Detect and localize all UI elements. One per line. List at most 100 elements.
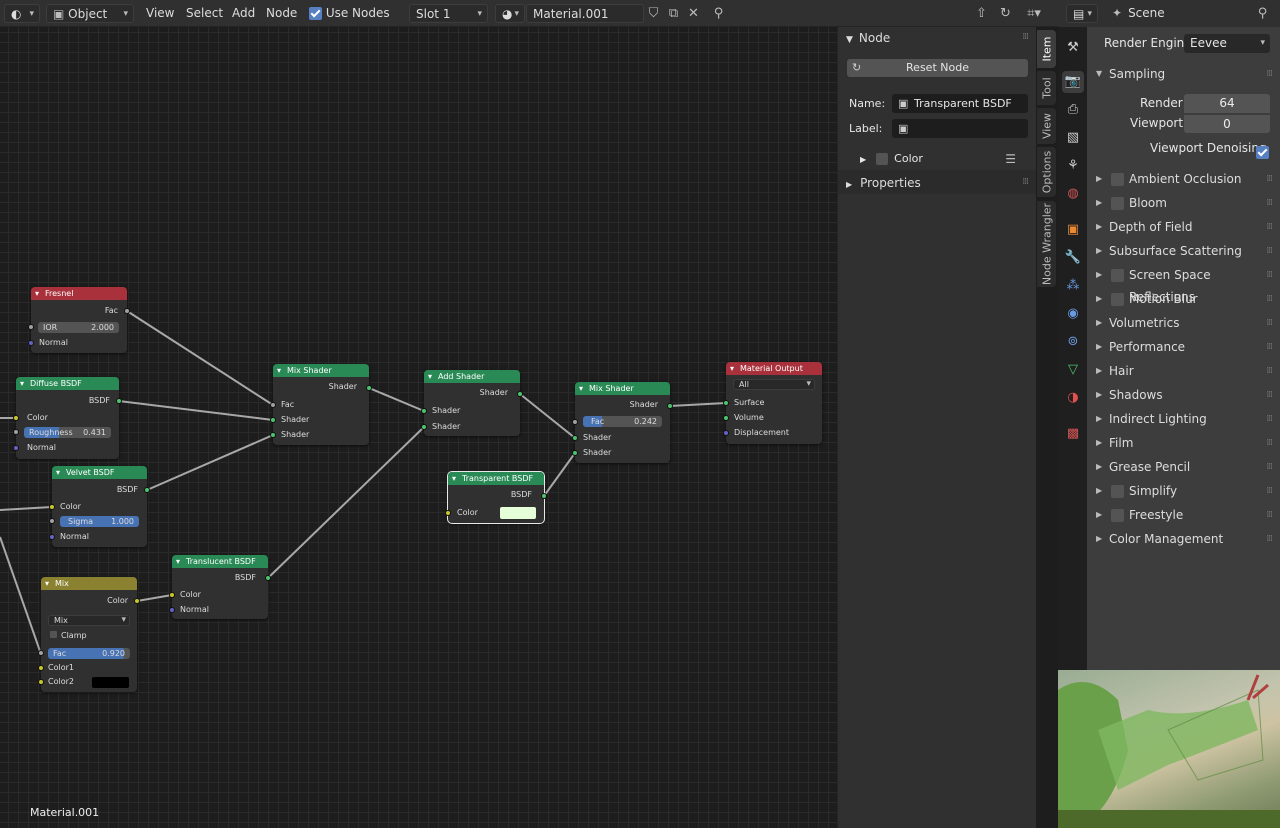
node-diffuse-bsdf[interactable]: Diffuse BSDF BSDF Color Roughness0.431 N… xyxy=(13,377,122,459)
modifier-tab-icon[interactable]: 🔧 xyxy=(1062,247,1084,269)
node-name-field[interactable]: ▣ Transparent BSDF xyxy=(892,94,1028,113)
input-socket-color[interactable] xyxy=(49,504,55,510)
input-socket-ior[interactable] xyxy=(28,324,34,330)
panel-checkbox[interactable] xyxy=(1111,485,1124,498)
node-mix-shader-2[interactable]: Mix Shader Shader Fac0.242 Shader Shader xyxy=(572,382,673,463)
drag-grip-icon[interactable]: ⁞⁞⁞ xyxy=(1266,192,1273,214)
object-tab-icon[interactable]: ▣ xyxy=(1062,219,1084,241)
node-header[interactable]: Velvet BSDF xyxy=(52,466,147,479)
input-socket-color[interactable] xyxy=(169,592,175,598)
drag-grip-icon[interactable]: ⁞⁞⁞ xyxy=(1266,288,1273,310)
node-add-shader[interactable]: Add Shader Shader Shader Shader xyxy=(421,370,523,436)
scene-tab-icon[interactable]: ⚘ xyxy=(1062,155,1084,177)
panel-header-volumetrics[interactable]: ▶ Volumetrics ⁞⁞⁞ xyxy=(1087,312,1280,334)
node-velvet-bsdf[interactable]: Velvet BSDF BSDF Color Sigma1.000 Normal xyxy=(49,466,150,547)
input-socket-fac[interactable] xyxy=(572,419,578,425)
world-tab-icon[interactable]: ◍ xyxy=(1062,183,1084,205)
blend-mode-dropdown[interactable]: Mix ▾ xyxy=(48,615,130,626)
output-socket-shader[interactable] xyxy=(667,403,673,409)
drag-grip-icon[interactable]: ⁞⁞⁞ xyxy=(1266,408,1273,430)
render-engine-dropdown[interactable]: Eevee ▾ xyxy=(1184,34,1270,53)
drag-grip-icon[interactable]: ⁞⁞⁞ xyxy=(1266,240,1273,262)
node-header[interactable]: Translucent BSDF xyxy=(172,555,268,568)
ior-field[interactable]: IOR 2.000 xyxy=(38,322,119,333)
node-mix-shader-1[interactable]: Mix Shader Shader Fac Shader Shader xyxy=(270,364,372,445)
input-socket-fac[interactable] xyxy=(38,650,44,656)
viewport-denoising-checkbox[interactable] xyxy=(1256,142,1269,161)
menu-node[interactable]: Node xyxy=(266,4,297,23)
render-tab-icon[interactable]: 📷 xyxy=(1062,71,1084,93)
render-samples-field[interactable]: 64 xyxy=(1184,94,1270,113)
panel-header-subsurface-scattering[interactable]: ▶ Subsurface Scattering ⁞⁞⁞ xyxy=(1087,240,1280,262)
drag-grip-icon[interactable]: ⁞⁞⁞ xyxy=(1266,480,1273,502)
pin-icon[interactable]: ⚲ xyxy=(710,5,727,22)
node-material-output[interactable]: Material Output All▾ Surface Volume Disp… xyxy=(723,362,822,444)
node-header[interactable]: Mix Shader xyxy=(575,382,670,395)
output-socket-bsdf[interactable] xyxy=(541,493,547,499)
pin-icon[interactable]: ⚲ xyxy=(1254,5,1271,22)
tab-tool[interactable]: Tool xyxy=(1037,71,1056,105)
color-swatch[interactable] xyxy=(500,507,536,519)
panel-header-freestyle[interactable]: ▶ Freestyle ⁞⁞⁞ xyxy=(1087,504,1280,526)
properties-subpanel-header[interactable]: ▶ Properties xyxy=(846,176,921,190)
snap-element-icon[interactable]: ⌗▾ xyxy=(1019,5,1049,22)
tool-tab-icon[interactable]: ⚒ xyxy=(1062,37,1084,59)
output-socket-color[interactable] xyxy=(134,598,140,604)
output-socket-bsdf[interactable] xyxy=(144,487,150,493)
drag-grip-icon[interactable]: ⁞⁞⁞ xyxy=(1022,32,1029,42)
output-socket-shader[interactable] xyxy=(366,385,372,391)
drag-grip-icon[interactable]: ⁞⁞⁞ xyxy=(1266,264,1273,286)
panel-header-bloom[interactable]: ▶ Bloom ⁞⁞⁞ xyxy=(1087,192,1280,214)
output-socket-bsdf[interactable] xyxy=(116,398,122,404)
node-header[interactable]: Add Shader xyxy=(424,370,520,383)
input-socket-roughness[interactable] xyxy=(13,429,19,435)
color2-swatch[interactable] xyxy=(92,677,129,688)
node-header[interactable]: Material Output xyxy=(726,362,822,375)
input-socket-sigma[interactable] xyxy=(49,518,55,524)
panel-checkbox[interactable] xyxy=(1111,293,1124,306)
node-header[interactable]: Mix xyxy=(41,577,137,590)
drag-grip-icon[interactable]: ⁞⁞⁞ xyxy=(1266,168,1273,190)
panel-header-ambient-occlusion[interactable]: ▶ Ambient Occlusion ⁞⁞⁞ xyxy=(1087,168,1280,190)
input-socket-shader2[interactable] xyxy=(572,450,578,456)
output-socket-shader[interactable] xyxy=(517,391,523,397)
menu-view[interactable]: View xyxy=(146,4,174,23)
input-socket-shader1[interactable] xyxy=(572,435,578,441)
panel-checkbox[interactable] xyxy=(1111,173,1124,186)
node-header[interactable]: Fresnel xyxy=(31,287,127,300)
panel-header-hair[interactable]: ▶ Hair ⁞⁞⁞ xyxy=(1087,360,1280,382)
panel-header-grease-pencil[interactable]: ▶ Grease Pencil ⁞⁞⁞ xyxy=(1087,456,1280,478)
parent-node-tree-icon[interactable]: ⇧ xyxy=(973,5,990,22)
color-subpanel[interactable]: ▶ Color xyxy=(860,152,923,165)
particles-tab-icon[interactable]: ⁂ xyxy=(1062,275,1084,297)
data-tab-icon[interactable]: ▽ xyxy=(1062,359,1084,381)
input-socket-shader2[interactable] xyxy=(421,424,427,430)
panel-header-motion-blur[interactable]: ▶ Motion Blur ⁞⁞⁞ xyxy=(1087,288,1280,310)
input-socket-normal[interactable] xyxy=(49,534,55,540)
drag-grip-icon[interactable]: ⁞⁞⁞ xyxy=(1022,177,1029,187)
3d-viewport-preview[interactable] xyxy=(1058,670,1280,828)
menu-add[interactable]: Add xyxy=(232,4,255,23)
input-socket-shader1[interactable] xyxy=(270,417,276,423)
input-socket-color[interactable] xyxy=(445,510,451,516)
material-browse-button[interactable]: ◕ ▾ xyxy=(495,4,525,23)
input-socket-color[interactable] xyxy=(13,415,19,421)
list-icon[interactable]: ☰ xyxy=(1005,152,1016,166)
clamp-toggle[interactable]: Clamp xyxy=(50,630,87,642)
tab-node-wrangler[interactable]: Node Wrangler xyxy=(1037,201,1056,287)
roughness-field[interactable]: Roughness 0.431 xyxy=(24,427,111,438)
viewport-samples-field[interactable]: 0 xyxy=(1184,114,1270,133)
editor-type-button[interactable]: ◐ ▾ xyxy=(4,4,40,23)
tab-options[interactable]: Options xyxy=(1037,147,1056,197)
input-socket-normal[interactable] xyxy=(28,340,34,346)
slot-dropdown[interactable]: Slot 1 ▾ xyxy=(409,4,488,23)
drag-grip-icon[interactable]: ⁞⁞⁞ xyxy=(1266,216,1273,238)
input-socket-normal[interactable] xyxy=(169,607,175,613)
input-socket-color2[interactable] xyxy=(38,679,44,685)
node-panel-header[interactable]: ▼ Node xyxy=(846,31,890,45)
panel-checkbox[interactable] xyxy=(1111,197,1124,210)
node-header[interactable]: Mix Shader xyxy=(273,364,369,377)
fake-user-shield-icon[interactable]: ⛉ xyxy=(645,5,662,22)
reset-node-button[interactable]: ↻ Reset Node xyxy=(847,59,1028,77)
material-tab-icon[interactable]: ◑ xyxy=(1062,387,1084,409)
